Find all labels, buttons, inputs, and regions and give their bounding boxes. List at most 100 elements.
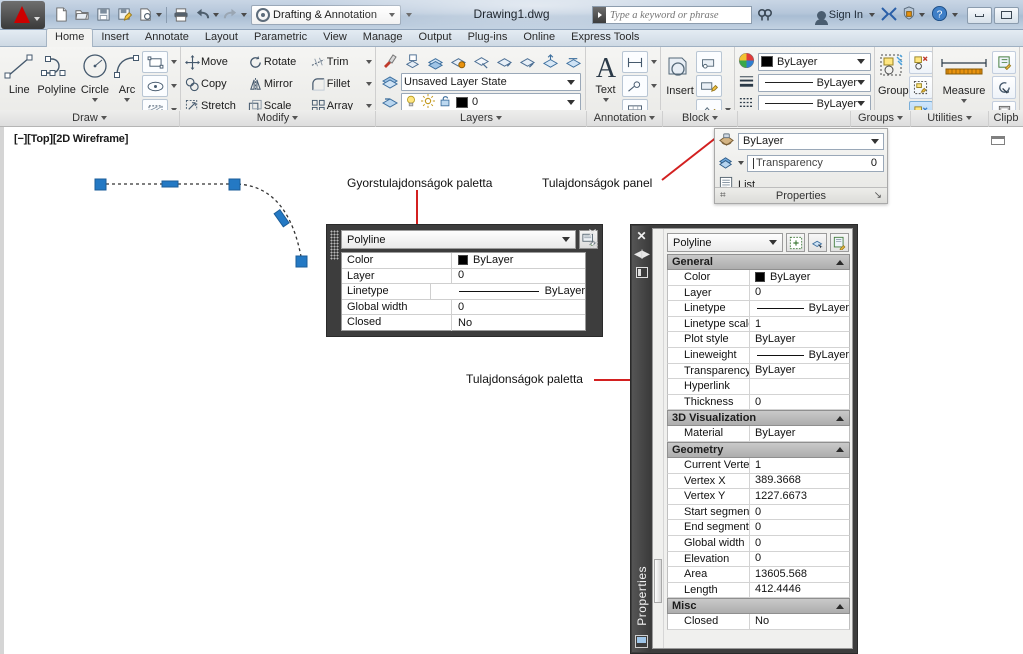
dialog-launcher-icon[interactable]: ↘	[874, 190, 882, 201]
table-row[interactable]: Vertex X 389.3668	[667, 473, 850, 490]
ellipse-flyout-caret-icon[interactable]	[171, 84, 177, 88]
redo-caret-icon[interactable]	[241, 12, 247, 17]
pp-value-lineweight[interactable]: ByLayer	[750, 348, 849, 363]
comm-center-caret-icon[interactable]	[919, 13, 925, 17]
layer-walk-icon[interactable]	[379, 71, 401, 91]
layer-match-icon[interactable]	[562, 51, 584, 71]
group-header-misc[interactable]: Misc	[667, 598, 850, 615]
table-row[interactable]: Material ByLayer	[667, 426, 850, 442]
modify-fillet-button[interactable]: Fillet	[310, 76, 360, 93]
transparency-icon[interactable]	[718, 154, 735, 173]
tab-view[interactable]: View	[315, 29, 355, 46]
table-row[interactable]: Layer 0	[342, 268, 585, 285]
modify-move-button[interactable]: Move	[184, 54, 244, 71]
transparency-caret-icon[interactable]	[738, 161, 744, 165]
qp-value-layer[interactable]: 0	[452, 269, 585, 284]
current-layer-combo[interactable]: 0	[401, 93, 581, 111]
chevron-up-icon[interactable]	[836, 415, 844, 421]
table-row[interactable]: Global width 0	[667, 535, 850, 552]
workspace-switcher[interactable]: Drafting & Annotation	[251, 4, 401, 25]
pp-value-vertex-x[interactable]: 389.3668	[750, 474, 849, 489]
sun-icon[interactable]	[421, 93, 435, 111]
chevron-up-icon[interactable]	[836, 259, 844, 265]
tab-plugins[interactable]: Plug-ins	[460, 29, 516, 46]
panel-title-draw[interactable]: Draw	[0, 111, 180, 127]
scrollbar-thumb[interactable]	[654, 559, 662, 603]
pp-value-closed[interactable]: No	[750, 614, 849, 629]
layer-merge-icon[interactable]	[379, 91, 401, 111]
pp-value-global-width[interactable]: 0	[750, 536, 849, 551]
group-header-3d-visualization[interactable]: 3D Visualization	[667, 410, 850, 427]
pp-value-linetype-scale[interactable]: 1	[750, 317, 849, 332]
properties-panel-flyout[interactable]: ByLayer Transparency 0 List ⌗ Properties	[714, 128, 888, 204]
chevron-down-icon[interactable]	[567, 79, 575, 85]
modify-trim-button[interactable]: Trim	[310, 54, 360, 71]
fillet-flyout-caret-icon[interactable]	[366, 82, 373, 86]
layer-unlock-icon[interactable]	[516, 51, 538, 71]
open-icon[interactable]	[72, 5, 92, 25]
saveas-icon[interactable]	[114, 5, 134, 25]
chevron-down-icon[interactable]	[711, 115, 718, 120]
help-caret-icon[interactable]	[952, 13, 958, 17]
tab-output[interactable]: Output	[411, 29, 460, 46]
object-color-icon[interactable]	[718, 132, 735, 151]
table-row[interactable]: Closed No	[667, 614, 850, 630]
palette-options-icon[interactable]	[589, 241, 598, 248]
dimension-flyout-caret-icon[interactable]	[651, 60, 657, 64]
palette-menu-icon[interactable]	[635, 267, 648, 278]
dimension-icon[interactable]	[622, 51, 648, 73]
table-row[interactable]: Lineweight ByLayer	[667, 347, 850, 364]
panel-title-groups[interactable]: Groups	[851, 111, 911, 127]
sign-in-button[interactable]: Sign In	[814, 9, 863, 25]
chevron-down-icon[interactable]	[857, 59, 865, 64]
save-icon[interactable]	[93, 5, 113, 25]
select-similar-icon[interactable]	[830, 233, 849, 252]
chevron-down-icon[interactable]	[496, 115, 503, 120]
sign-in-caret-icon[interactable]	[869, 13, 875, 17]
table-row[interactable]: Linetype scale 1	[667, 316, 850, 333]
quick-properties-palette[interactable]: Polyline ✕ Color ByLayer Layer 0 Linetyp…	[326, 224, 603, 337]
pp-value-thickness[interactable]: 0	[750, 395, 849, 410]
auto-hide-icon[interactable]: ◀|▶	[634, 249, 650, 260]
pp-value-transparency[interactable]: ByLayer	[750, 364, 849, 379]
array-flyout-caret-icon[interactable]	[366, 104, 373, 108]
lineweight-icon[interactable]	[738, 73, 755, 93]
plot-icon[interactable]	[171, 5, 191, 25]
panel-title-utilities[interactable]: Utilities	[911, 111, 989, 127]
viewport-controls-label[interactable]: [−][Top][2D Wireframe]	[14, 133, 128, 145]
layer-unisolate-icon[interactable]	[424, 51, 446, 71]
quick-calc-icon[interactable]	[992, 76, 1016, 99]
properties-object-combo[interactable]: Polyline	[667, 233, 783, 252]
table-row[interactable]: Linetype ByLayer	[342, 284, 585, 300]
qp-value-closed[interactable]: No	[452, 315, 585, 331]
palette-grip[interactable]	[330, 230, 339, 260]
properties-palette[interactable]: ✕ ◀|▶ Properties Polyline General Color …	[630, 224, 858, 654]
autodesk-exchange-icon[interactable]	[881, 6, 897, 24]
chevron-down-icon[interactable]	[897, 115, 904, 120]
tab-home[interactable]: Home	[46, 28, 94, 47]
tab-express-tools[interactable]: Express Tools	[563, 29, 647, 46]
communication-center-icon[interactable]	[901, 6, 917, 24]
chevron-down-icon[interactable]	[871, 138, 879, 144]
chevron-down-icon[interactable]	[965, 115, 972, 120]
table-row[interactable]: Elevation 0	[667, 551, 850, 568]
close-icon[interactable]: ✕	[587, 227, 598, 239]
light-bulb-icon[interactable]	[404, 94, 418, 111]
tab-parametric[interactable]: Parametric	[246, 29, 315, 46]
tab-online[interactable]: Online	[515, 29, 563, 46]
table-row[interactable]: End segment ... 0	[667, 520, 850, 536]
chevron-down-icon[interactable]	[602, 98, 609, 102]
table-row[interactable]: Current Vertex 1	[667, 457, 850, 474]
pp-value-vertex-y[interactable]: 1227.6673	[750, 489, 849, 504]
qp-value-global-width[interactable]: 0	[452, 300, 585, 315]
pp-value-hyperlink[interactable]	[750, 379, 849, 394]
search-icon[interactable]	[757, 7, 773, 26]
table-row[interactable]: Transparency ByLayer	[667, 363, 850, 380]
tab-layout[interactable]: Layout	[197, 29, 246, 46]
tab-manage[interactable]: Manage	[355, 29, 411, 46]
plot-preview-icon[interactable]	[135, 5, 155, 25]
pp-value-plot-style[interactable]: ByLayer	[750, 332, 849, 347]
pp-value-material[interactable]: ByLayer	[750, 426, 849, 441]
edit-block-icon[interactable]	[696, 75, 722, 97]
table-row[interactable]: Plot style ByLayer	[667, 332, 850, 348]
